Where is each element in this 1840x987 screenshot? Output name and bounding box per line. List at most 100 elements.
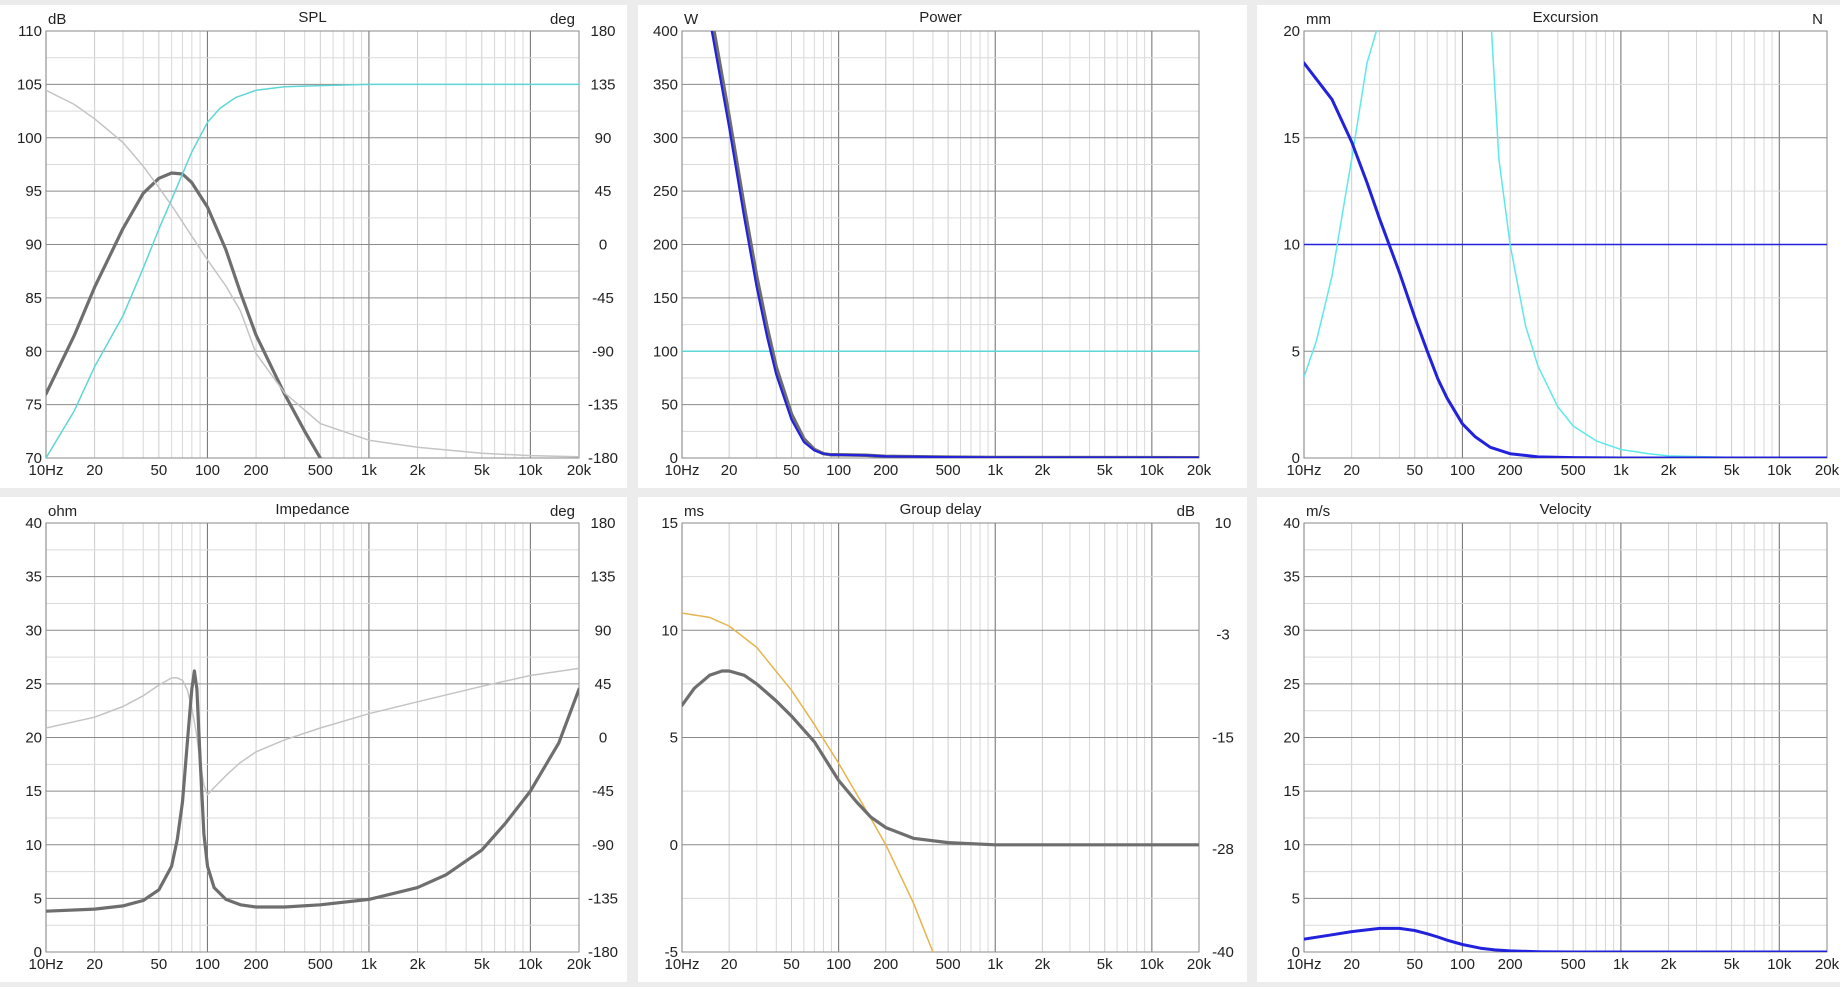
y2-tick-label: -180	[588, 450, 618, 467]
x-tick-label: 100	[826, 956, 851, 973]
x-tick-label: 100	[1450, 462, 1475, 479]
y-tick-label: 10	[1283, 237, 1300, 254]
y2-tick-label: 0	[599, 730, 607, 747]
y-tick-label: 5	[670, 730, 678, 747]
y-tick-label: 15	[1283, 130, 1300, 147]
x-tick-label: 10k	[1767, 956, 1792, 973]
power-chart: 10Hz 20 50 100 200 500 1k 2k 5k 10k 20k05010015020…	[653, 9, 1212, 479]
x-tick-label: 1k	[987, 462, 1003, 479]
excursion-chart: 10Hz 20 50 100 200 500 1k 2k 5k 10k 20k05101520Exc…	[1283, 9, 1839, 479]
y-tick-label: 50	[661, 397, 678, 414]
y-tick-label: 300	[653, 130, 678, 147]
x-tick-label: 2k	[410, 956, 426, 973]
y-tick-label: 10	[25, 837, 42, 854]
y2-tick-label: 180	[590, 23, 615, 40]
x-tick-label: 1k	[1613, 956, 1629, 973]
x-tick-label: 20	[721, 462, 738, 479]
y-axis-unit-label: ms	[684, 503, 704, 520]
x-tick-label: 50	[151, 956, 168, 973]
y-tick-label: 5	[34, 890, 42, 907]
y-tick-label: 40	[1283, 515, 1300, 532]
y2-tick-label: -45	[592, 783, 614, 800]
excursion-chart-panel: 10Hz 20 50 100 200 500 1k 2k 5k 10k 20k 0 5 10 15 20 Exc…	[1257, 5, 1840, 488]
y-tick-label: 0	[1292, 944, 1300, 961]
x-tick-label: 2k	[1034, 956, 1050, 973]
y-tick-label: 110	[18, 23, 42, 40]
x-tick-label: 500	[308, 462, 333, 479]
y-tick-label: 95	[25, 183, 42, 200]
x-tick-label: 500	[1561, 956, 1586, 973]
x-tick-label: 20	[86, 956, 103, 973]
y-tick-label: 20	[25, 730, 42, 747]
charts-area: 10Hz 20 50 100 200 500 1k 2k 5k 10k 20k 70 75 80 85 90 9…	[0, 0, 1840, 982]
y2-tick-label: -45	[592, 290, 614, 307]
chart-title: SPL	[298, 9, 326, 26]
chart-title: Excursion	[1533, 9, 1599, 26]
y-tick-label: 35	[25, 569, 42, 586]
y2-axis-unit-label: N	[1812, 11, 1823, 28]
y2-tick-label: -28	[1212, 841, 1234, 858]
chart-title: Power	[919, 9, 962, 26]
y-tick-label: 40	[25, 515, 42, 532]
x-tick-label: 50	[151, 462, 168, 479]
y-tick-label: 90	[25, 237, 42, 254]
y2-tick-label: 45	[595, 676, 612, 693]
y2-tick-label: -15	[1212, 730, 1234, 747]
y2-tick-label: 135	[590, 569, 615, 586]
y2-tick-label: 180	[590, 515, 615, 532]
y2-axis-unit-label: dB	[1177, 503, 1195, 520]
x-tick-label: 50	[1406, 462, 1423, 479]
y-axis-unit-label: W	[684, 11, 699, 28]
y-tick-label: 200	[653, 237, 678, 254]
y-tick-label: 70	[25, 450, 42, 467]
y-axis-unit-label: m/s	[1306, 503, 1330, 520]
x-tick-label: 200	[873, 462, 898, 479]
chart-title: Velocity	[1540, 501, 1592, 518]
y-tick-label: 350	[653, 76, 678, 93]
x-tick-label: 20k	[1815, 956, 1840, 973]
x-tick-label: 50	[783, 956, 800, 973]
chart-title: Group delay	[900, 501, 982, 518]
y-tick-label: 15	[661, 515, 678, 532]
x-tick-label: 20	[1343, 462, 1360, 479]
x-tick-label: 200	[244, 956, 269, 973]
x-tick-label: 5k	[1097, 462, 1113, 479]
x-tick-label: 5k	[1724, 462, 1740, 479]
y-tick-label: 75	[25, 397, 42, 414]
x-tick-label: 20	[1343, 956, 1360, 973]
y-axis-unit-label: dB	[48, 11, 66, 28]
y-tick-label: 30	[25, 622, 42, 639]
y-tick-label: 25	[25, 676, 42, 693]
x-tick-label: 20	[86, 462, 103, 479]
impedance-chart: 10Hz 20 50 100 200 500 1k 2k 5k 10k 20k05101520253…	[25, 501, 618, 973]
velocity-chart: 10Hz 20 50 100 200 500 1k 2k 5k 10k 20k05101520253…	[1283, 501, 1840, 973]
x-tick-label: 10k	[518, 956, 543, 973]
y-tick-label: 0	[34, 944, 42, 961]
y-tick-label: 10	[1283, 837, 1300, 854]
y-tick-label: 20	[1283, 730, 1300, 747]
x-tick-label: 5k	[474, 956, 490, 973]
x-tick-label: 100	[195, 462, 220, 479]
x-tick-label: 10k	[1140, 956, 1165, 973]
y-tick-label: 15	[1283, 783, 1300, 800]
group-delay-chart: 10Hz 20 50 100 200 500 1k 2k 5k 10k 20k-5051015-40…	[661, 501, 1234, 973]
x-tick-label: 200	[1498, 956, 1523, 973]
y-tick-label: 100	[17, 130, 42, 147]
y2-tick-label: -3	[1216, 627, 1229, 644]
x-tick-label: 5k	[1724, 956, 1740, 973]
x-tick-label: 20k	[1187, 462, 1212, 479]
y-tick-label: 80	[25, 343, 42, 360]
y2-tick-label: 45	[595, 183, 612, 200]
velocity-chart-panel: 10Hz 20 50 100 200 500 1k 2k 5k 10k 20k 0 5 10 15 20 25 3…	[1257, 497, 1840, 982]
x-tick-label: 200	[873, 956, 898, 973]
x-tick-label: 1k	[987, 956, 1003, 973]
y-tick-label: -5	[665, 944, 678, 961]
y2-axis-unit-label: deg	[550, 503, 575, 520]
y2-tick-label: -90	[592, 837, 614, 854]
y-tick-label: 0	[1292, 450, 1300, 467]
y-axis-unit-label: mm	[1306, 11, 1331, 28]
x-tick-label: 500	[308, 956, 333, 973]
x-tick-label: 500	[936, 956, 961, 973]
x-tick-label: 1k	[1613, 462, 1629, 479]
y-tick-label: 5	[1292, 343, 1300, 360]
